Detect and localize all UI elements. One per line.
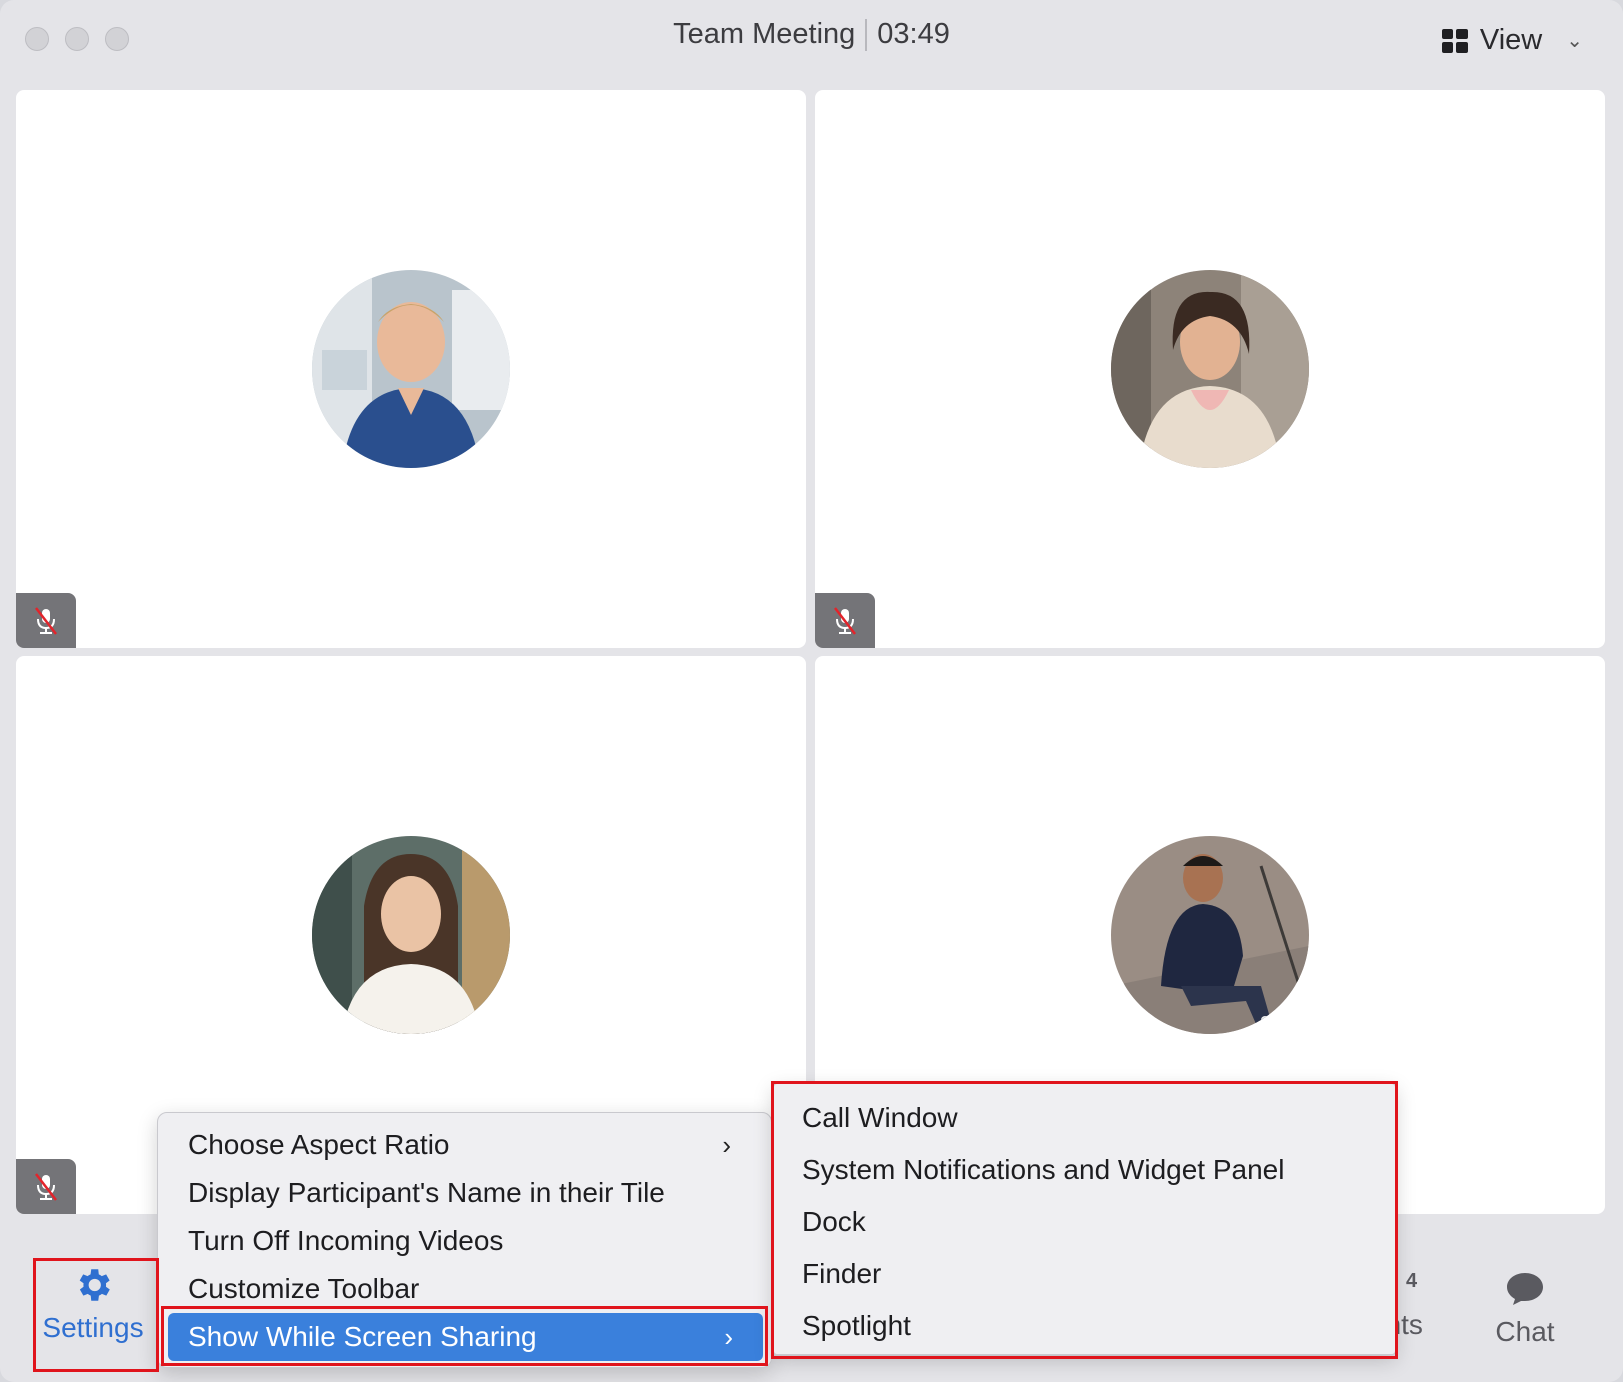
- menu-item-customize-toolbar[interactable]: Customize Toolbar: [158, 1265, 771, 1313]
- menu-item-label: Customize Toolbar: [188, 1273, 420, 1304]
- menu-item-choose-aspect-ratio[interactable]: Choose Aspect Ratio ›: [158, 1121, 771, 1169]
- submenu-item-finder[interactable]: Finder: [802, 1258, 881, 1290]
- submenu-item-call-window[interactable]: Call Window: [802, 1102, 958, 1134]
- chevron-right-icon: ›: [722, 1130, 731, 1160]
- view-label: View: [1479, 24, 1543, 56]
- submenu-item-system-notifications[interactable]: System Notifications and Widget Panel: [802, 1154, 1284, 1186]
- meeting-window: Team Meeting 03:49 View ⌄ Settings 4 ant…: [0, 0, 1623, 1382]
- mute-indicator: [16, 1159, 76, 1214]
- submenu-item-dock[interactable]: Dock: [802, 1206, 866, 1238]
- menu-item-display-participant-name[interactable]: Display Participant's Name in their Tile: [158, 1169, 771, 1217]
- settings-button[interactable]: Settings: [36, 1264, 150, 1344]
- screen-sharing-submenu: Call Window System Notifications and Wid…: [773, 1083, 1396, 1355]
- menu-item-label: Display Participant's Name in their Tile: [188, 1177, 665, 1208]
- chevron-down-icon: ⌄: [1566, 30, 1583, 52]
- avatar: [312, 270, 510, 468]
- title-bar: Team Meeting 03:49 View ⌄: [0, 0, 1623, 80]
- chat-bubble-icon: [1507, 1273, 1543, 1305]
- view-button[interactable]: View ⌄: [1441, 24, 1583, 57]
- muted-mic-icon: [35, 606, 57, 635]
- avatar: [1111, 836, 1309, 1034]
- menu-item-label: Turn Off Incoming Videos: [188, 1225, 504, 1256]
- mute-indicator: [16, 593, 76, 648]
- title-separator: [865, 19, 868, 52]
- participants-count: 4: [1406, 1270, 1418, 1292]
- menu-item-label: Show While Screen Sharing: [188, 1321, 537, 1352]
- meeting-title: Team Meeting: [673, 18, 856, 50]
- participant-tile-2[interactable]: [815, 90, 1605, 648]
- chat-button[interactable]: Chat: [1482, 1270, 1568, 1348]
- muted-mic-icon: [35, 1172, 57, 1201]
- chat-label: Chat: [1495, 1316, 1555, 1347]
- participant-tile-1[interactable]: [16, 90, 806, 648]
- settings-label: Settings: [42, 1312, 144, 1343]
- submenu-item-spotlight[interactable]: Spotlight: [802, 1310, 911, 1342]
- gear-icon: [79, 1269, 110, 1301]
- meeting-timer: 03:49: [877, 18, 950, 50]
- menu-item-label: Choose Aspect Ratio: [188, 1129, 450, 1160]
- chevron-right-icon: ›: [724, 1322, 733, 1352]
- settings-menu: Choose Aspect Ratio › Display Participan…: [157, 1112, 772, 1368]
- menu-item-show-while-screen-sharing[interactable]: Show While Screen Sharing ›: [168, 1313, 763, 1361]
- meeting-title-area: Team Meeting 03:49: [0, 18, 1623, 52]
- avatar: [1111, 270, 1309, 468]
- grid-view-icon: [1441, 28, 1468, 53]
- mute-indicator: [815, 593, 875, 648]
- menu-item-turn-off-incoming-videos[interactable]: Turn Off Incoming Videos: [158, 1217, 771, 1265]
- avatar: [312, 836, 510, 1034]
- muted-mic-icon: [834, 606, 856, 635]
